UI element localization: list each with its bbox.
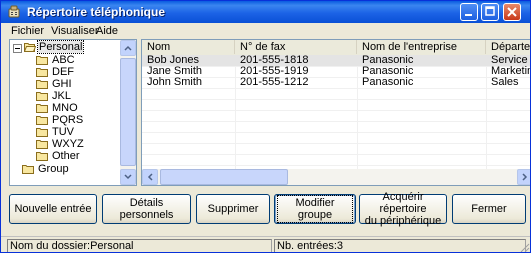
chevron-left-icon <box>147 173 153 181</box>
tree-label: MNO <box>52 102 78 114</box>
folder-icon <box>36 140 48 149</box>
scroll-up-button[interactable] <box>120 40 136 56</box>
minimize-button[interactable] <box>460 3 478 21</box>
folder-tree[interactable]: Personal ABC DEF GHI JKL MNO PQRS TUV WX… <box>9 39 137 186</box>
list-horizontal-scrollbar[interactable] <box>142 169 530 185</box>
status-entry-count: Nb. entrées:3 <box>274 239 526 252</box>
tree-label: Other <box>52 150 80 162</box>
grid-line <box>142 165 530 166</box>
scroll-thumb[interactable] <box>120 58 136 166</box>
maximize-icon <box>485 6 495 16</box>
tree-label: GHI <box>52 78 72 90</box>
phonebook-icon <box>8 5 20 18</box>
personal-details-button[interactable]: Détails personnels <box>102 194 191 224</box>
tree-label: WXYZ <box>52 138 84 150</box>
menu-aide[interactable]: Aide <box>96 25 118 37</box>
tree-label: PQRS <box>52 114 84 126</box>
close-label: Fermer <box>471 203 507 215</box>
status-folder-name: Nom du dossier:Personal <box>7 239 272 252</box>
column-header-fax[interactable]: N° de fax <box>235 40 357 54</box>
tree-scrollbar[interactable] <box>120 40 136 185</box>
folder-icon <box>36 56 48 65</box>
tree-label: TUV <box>52 126 74 138</box>
folder-icon <box>36 116 48 125</box>
phonebook-window: Répertoire téléphonique Fichier Visualis… <box>0 0 531 253</box>
folder-icon <box>36 104 48 113</box>
edit-group-label: Modifier groupe <box>277 195 353 223</box>
menu-visualiser[interactable]: Visualiser <box>51 25 99 37</box>
list-body: Bob Jones 201-555-1818 Panasonic Service… <box>142 54 530 171</box>
tree-item-group[interactable]: Group <box>10 163 110 176</box>
delete-label: Supprimer <box>207 203 259 215</box>
tree-label: JKL <box>52 90 71 102</box>
personal-details-label: Détails personnels <box>119 197 174 221</box>
edit-group-button[interactable]: Modifier groupe <box>274 194 356 224</box>
status-bar: Nom du dossier:Personal Nb. entrées:3 <box>1 236 530 253</box>
open-folder-icon <box>24 43 36 52</box>
delete-button[interactable]: Supprimer <box>196 194 270 224</box>
folder-icon <box>36 80 48 89</box>
scroll-down-button[interactable] <box>120 169 136 185</box>
folder-icon <box>22 165 34 174</box>
scroll-right-button[interactable] <box>517 169 530 185</box>
grid-line <box>142 154 530 155</box>
menu-fichier[interactable]: Fichier <box>11 25 44 37</box>
table-row[interactable]: John Smith 201-555-1212 Panasonic Sales <box>142 76 530 88</box>
column-header-name[interactable]: Nom <box>142 40 235 54</box>
tree-item-other[interactable]: Other <box>10 150 110 163</box>
grid-line <box>142 132 530 133</box>
scroll-left-button[interactable] <box>142 169 158 185</box>
grid-line <box>142 110 530 111</box>
tree-label: ABC <box>52 54 75 66</box>
acquire-directory-button[interactable]: Acquérir répertoire du périphérique <box>359 191 447 227</box>
tree-item-personal[interactable]: Personal <box>10 40 120 54</box>
folder-icon <box>36 152 48 161</box>
column-header-company[interactable]: Nom de l'entreprise <box>357 40 486 54</box>
close-icon <box>507 7 517 17</box>
grid-line <box>142 99 530 100</box>
folder-icon <box>36 68 48 77</box>
chevron-up-icon <box>124 45 132 51</box>
column-header-department[interactable]: Départeme <box>486 40 530 54</box>
scroll-thumb[interactable] <box>160 169 288 185</box>
tree-label-personal: Personal <box>36 40 85 54</box>
cell-company: Panasonic <box>362 76 414 88</box>
chevron-down-icon <box>124 174 132 180</box>
resize-grip-icon[interactable] <box>519 242 530 253</box>
action-buttons: Nouvelle entrée Détails personnels Suppr… <box>1 190 530 230</box>
cell-department: Sales <box>491 76 519 88</box>
grid-line <box>142 88 530 89</box>
window-title: Répertoire téléphonique <box>27 5 166 19</box>
grid-line <box>142 143 530 144</box>
new-entry-button[interactable]: Nouvelle entrée <box>9 194 97 224</box>
folder-icon <box>36 92 48 101</box>
list-header: Nom N° de fax Nom de l'entreprise Départ… <box>142 40 530 56</box>
grid-line <box>142 121 530 122</box>
close-window-button[interactable] <box>503 3 521 21</box>
menu-bar: Fichier Visualiser Aide <box>1 23 530 39</box>
new-entry-label: Nouvelle entrée <box>14 203 92 215</box>
maximize-button[interactable] <box>481 3 499 21</box>
close-button[interactable]: Fermer <box>452 194 526 224</box>
tree-label-group: Group <box>38 163 69 175</box>
collapse-icon[interactable] <box>13 44 22 53</box>
contact-list[interactable]: Nom N° de fax Nom de l'entreprise Départ… <box>141 39 530 186</box>
cell-name: John Smith <box>147 76 203 88</box>
cell-fax: 201-555-1212 <box>240 76 309 88</box>
acquire-directory-label-line1: Acquérir répertoire <box>379 191 427 215</box>
folder-icon <box>36 128 48 137</box>
tree-label: DEF <box>52 66 74 78</box>
minimize-icon <box>465 14 472 16</box>
title-bar[interactable]: Répertoire téléphonique <box>1 1 530 23</box>
acquire-directory-label-line2: du périphérique <box>364 215 442 227</box>
chevron-right-icon <box>522 173 528 181</box>
